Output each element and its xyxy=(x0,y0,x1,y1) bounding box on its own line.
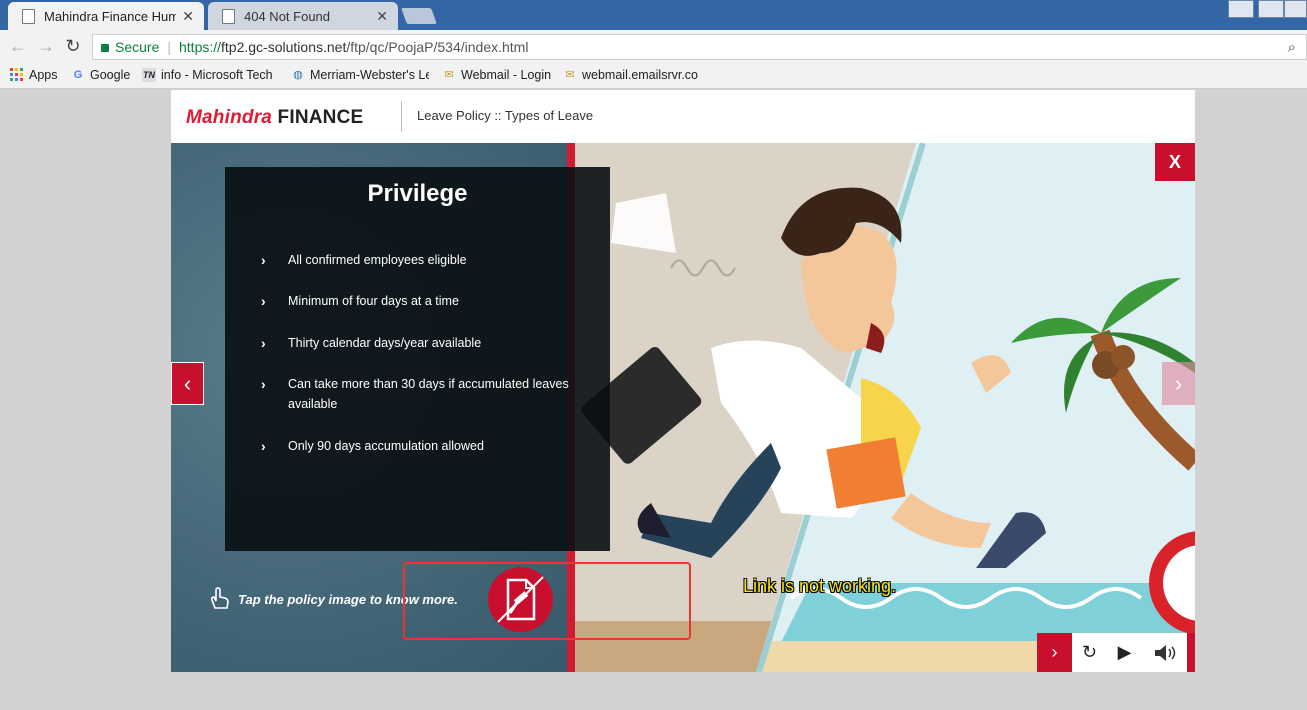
globe-icon: ◍ xyxy=(293,69,303,81)
header-divider xyxy=(401,101,402,132)
annotation-box xyxy=(403,562,691,640)
chevron-left-icon: ‹ xyxy=(183,370,192,396)
tab-title: Mahindra Finance Huma xyxy=(44,8,177,24)
bullet-text: Only 90 days accumulation allowed xyxy=(288,439,484,453)
reload-icon[interactable]: ↻ xyxy=(63,36,83,57)
list-item: › All confirmed employees eligible xyxy=(261,250,588,270)
bookmark-label: Apps xyxy=(29,68,58,82)
play-button[interactable]: ▶ xyxy=(1107,633,1142,672)
maximize-button[interactable] xyxy=(1284,0,1307,18)
chevron-right-icon: › xyxy=(261,293,266,309)
forward-arrow-icon[interactable]: → xyxy=(36,36,56,57)
course-header: Mahindra FINANCE Leave Policy :: Types o… xyxy=(171,90,1195,143)
url-path: /ftp/qc/PoojaP/534/index.html xyxy=(346,39,529,55)
url-scheme: https:// xyxy=(179,39,222,55)
bookmark-webmail-emailsrvr[interactable]: ✉ webmail.emailsrvr.co xyxy=(563,68,700,82)
page-icon xyxy=(222,8,235,24)
slide-stage: Privilege › All confirmed employees elig… xyxy=(171,143,1195,672)
address-bar[interactable]: Secure | https://ftp2.gc-solutions.net/f… xyxy=(92,34,1307,60)
list-item: › Thirty calendar days/year available xyxy=(261,333,588,353)
tab-close-icon[interactable]: ✕ xyxy=(182,8,194,25)
annotation-note: Link is not working. xyxy=(743,576,897,596)
chevron-right-icon: › xyxy=(261,335,266,351)
bookmark-label: info - Microsoft Tech xyxy=(161,68,273,82)
tab-title: 404 Not Found xyxy=(244,8,331,24)
bookmark-apps[interactable]: Apps xyxy=(10,68,58,82)
chevron-right-icon: › xyxy=(261,252,266,268)
url-host: ftp2.gc-solutions.net xyxy=(221,39,347,55)
bookmark-label: Merriam-Webster's Le xyxy=(310,68,429,82)
previous-slide-button[interactable]: ‹ xyxy=(171,362,204,405)
list-item: › Only 90 days accumulation allowed xyxy=(261,436,588,456)
list-item: › Can take more than 30 days if accumula… xyxy=(261,374,588,414)
replay-icon: ↻ xyxy=(1081,642,1098,662)
bookmark-info-microsoft[interactable]: TN info - Microsoft Tech xyxy=(142,68,278,82)
user-icon[interactable] xyxy=(1228,0,1254,18)
privilege-panel: Privilege › All confirmed employees elig… xyxy=(225,167,610,551)
replay-button[interactable]: ↻ xyxy=(1072,633,1107,672)
next-button[interactable]: › xyxy=(1037,633,1072,672)
next-slide-button[interactable]: › xyxy=(1162,362,1195,405)
bookmark-google[interactable]: G Google xyxy=(71,68,131,82)
chevron-right-icon: › xyxy=(261,376,266,392)
chevron-right-icon: › xyxy=(1051,642,1058,662)
bookmark-label: Google xyxy=(90,68,131,82)
apps-grid-icon xyxy=(10,68,24,82)
address-toolbar: ← → ↻ Secure | https://ftp2.gc-solutions… xyxy=(0,30,1307,64)
bookmark-merriam-webster[interactable]: ◍ Merriam-Webster's Le xyxy=(291,68,429,82)
minimize-button[interactable] xyxy=(1258,0,1284,18)
breadcrumb: Leave Policy :: Types of Leave xyxy=(417,108,594,123)
back-arrow-icon[interactable]: ← xyxy=(8,36,28,57)
list-item: › Minimum of four days at a time xyxy=(261,291,588,311)
logo-finance: FINANCE xyxy=(277,107,364,128)
tn-icon: TN xyxy=(142,68,156,82)
close-button[interactable]: X xyxy=(1155,143,1195,181)
tab-mahindra-finance[interactable]: Mahindra Finance Huma ✕ xyxy=(8,2,204,30)
search-icon[interactable]: ⌕ xyxy=(1288,39,1296,56)
play-icon: ▶ xyxy=(1117,642,1132,662)
bullet-text: Can take more than 30 days if accumulate… xyxy=(288,377,569,411)
browser-tab-bar: Mahindra Finance Huma ✕ 404 Not Found ✕ xyxy=(0,0,1307,30)
speaker-icon xyxy=(1154,644,1175,661)
bullet-text: All confirmed employees eligible xyxy=(288,253,467,267)
separator: | xyxy=(167,39,171,55)
secure-label: Secure xyxy=(115,39,160,55)
logo-mahindra: Mahindra xyxy=(186,107,273,128)
bookmarks-bar: Apps G Google TN info - Microsoft Tech ◍… xyxy=(0,64,1307,89)
panel-title: Privilege xyxy=(367,180,468,207)
google-icon: G xyxy=(73,69,83,81)
chevron-right-icon: › xyxy=(1174,370,1183,396)
bookmark-label: Webmail - Login xyxy=(461,68,552,82)
controls-end-bar xyxy=(1187,633,1195,672)
bookmark-label: webmail.emailsrvr.co xyxy=(582,68,699,82)
bookmark-webmail-login[interactable]: ✉ Webmail - Login xyxy=(442,68,551,82)
page-icon xyxy=(22,8,35,24)
mail-icon: ✉ xyxy=(565,69,575,81)
chevron-right-icon: › xyxy=(261,438,266,454)
tab-404[interactable]: 404 Not Found ✕ xyxy=(208,2,398,30)
bullet-text: Thirty calendar days/year available xyxy=(288,336,482,350)
lock-icon xyxy=(101,44,109,52)
mail-icon: ✉ xyxy=(444,69,454,81)
course-player: Mahindra FINANCE Leave Policy :: Types o… xyxy=(171,90,1195,672)
mahindra-finance-logo: Mahindra FINANCE xyxy=(186,107,363,129)
volume-button[interactable] xyxy=(1142,633,1187,672)
tab-close-icon[interactable]: ✕ xyxy=(376,8,388,25)
new-tab-button[interactable] xyxy=(401,8,437,24)
tap-hand-icon xyxy=(210,587,229,609)
bullet-text: Minimum of four days at a time xyxy=(288,294,459,308)
